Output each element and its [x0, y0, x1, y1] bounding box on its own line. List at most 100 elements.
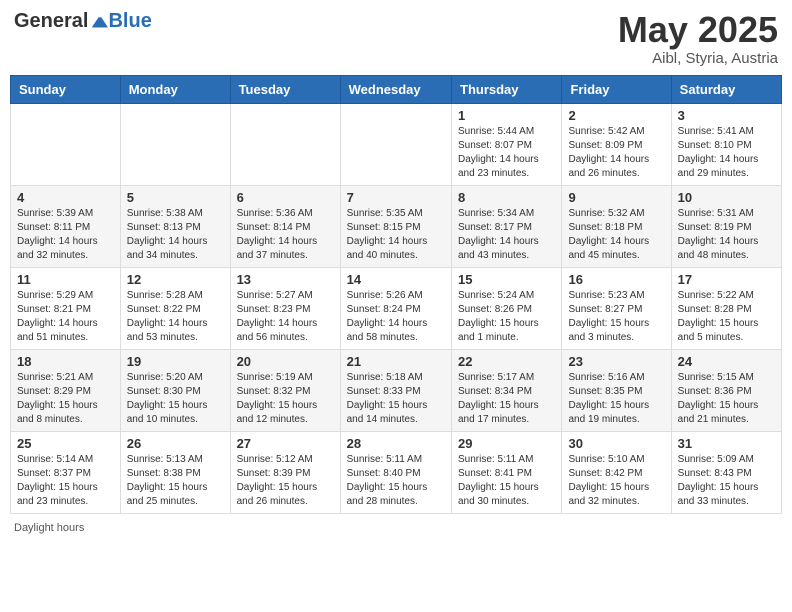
day-number: 4: [17, 190, 114, 205]
day-number: 18: [17, 354, 114, 369]
day-info: Sunrise: 5:12 AM Sunset: 8:39 PM Dayligh…: [237, 453, 334, 509]
day-number: 12: [127, 272, 224, 287]
table-row: 31 Sunrise: 5:09 AM Sunset: 8:43 PM Dayli…: [671, 431, 781, 513]
table-row: 30 Sunrise: 5:10 AM Sunset: 8:42 PM Dayli…: [562, 431, 671, 513]
day-info: Sunrise: 5:38 AM Sunset: 8:13 PM Dayligh…: [127, 207, 224, 263]
day-info: Sunrise: 5:27 AM Sunset: 8:23 PM Dayligh…: [237, 289, 334, 345]
table-row: 28Sunrise: 5:11 AM Sunset: 8:40 PM Dayli…: [340, 431, 451, 513]
table-row: 26Sunrise: 5:13 AM Sunset: 8:38 PM Dayli…: [120, 431, 230, 513]
day-info: Sunrise: 5:14 AM Sunset: 8:37 PM Dayligh…: [17, 453, 114, 509]
day-number: 16: [568, 272, 664, 287]
day-number: 8: [458, 190, 555, 205]
calendar-header-saturday: Saturday: [671, 75, 781, 103]
day-info: Sunrise: 5:36 AM Sunset: 8:14 PM Dayligh…: [237, 207, 334, 263]
calendar-week-row: 1 Sunrise: 5:44 AM Sunset: 8:07 PM Daylig…: [11, 103, 782, 185]
calendar-week-row: 11 Sunrise: 5:29 AM Sunset: 8:21 PM Dayli…: [11, 267, 782, 349]
day-info: Sunrise: 5:23 AM Sunset: 8:27 PM Dayligh…: [568, 289, 664, 345]
day-info: Sunrise: 5:17 AM Sunset: 8:34 PM Dayligh…: [458, 371, 555, 427]
day-info: Sunrise: 5:16 AM Sunset: 8:35 PM Dayligh…: [568, 371, 664, 427]
table-row: 25 Sunrise: 5:14 AM Sunset: 8:37 PM Dayli…: [11, 431, 121, 513]
calendar-header-tuesday: Tuesday: [230, 75, 340, 103]
calendar-table: SundayMondayTuesdayWednesdayThursdayFrid…: [10, 75, 782, 514]
month-title: May 2025: [618, 10, 778, 50]
table-row: 14 Sunrise: 5:26 AM Sunset: 8:24 PM Dayli…: [340, 267, 451, 349]
day-number: 23: [568, 354, 664, 369]
day-info: Sunrise: 5:35 AM Sunset: 8:15 PM Dayligh…: [347, 207, 445, 263]
table-row: [120, 103, 230, 185]
calendar-week-row: 25 Sunrise: 5:14 AM Sunset: 8:37 PM Dayli…: [11, 431, 782, 513]
table-row: 4 Sunrise: 5:39 AM Sunset: 8:11 PM Daylig…: [11, 185, 121, 267]
table-row: 24Sunrise: 5:15 AM Sunset: 8:36 PM Dayli…: [671, 349, 781, 431]
day-number: 7: [347, 190, 445, 205]
day-info: Sunrise: 5:19 AM Sunset: 8:32 PM Dayligh…: [237, 371, 334, 427]
day-info: Sunrise: 5:29 AM Sunset: 8:21 PM Dayligh…: [17, 289, 114, 345]
day-number: 11: [17, 272, 114, 287]
day-number: 24: [678, 354, 775, 369]
day-info: Sunrise: 5:31 AM Sunset: 8:19 PM Dayligh…: [678, 207, 775, 263]
logo-general-text: General: [14, 10, 88, 33]
day-number: 1: [458, 108, 555, 123]
calendar-header-monday: Monday: [120, 75, 230, 103]
day-number: 10: [678, 190, 775, 205]
day-number: 17: [678, 272, 775, 287]
table-row: 20 Sunrise: 5:19 AM Sunset: 8:32 PM Dayli…: [230, 349, 340, 431]
day-number: 21: [347, 354, 445, 369]
day-number: 19: [127, 354, 224, 369]
day-number: 29: [458, 436, 555, 451]
day-info: Sunrise: 5:11 AM Sunset: 8:40 PM Dayligh…: [347, 453, 445, 509]
day-info: Sunrise: 5:26 AM Sunset: 8:24 PM Dayligh…: [347, 289, 445, 345]
day-number: 22: [458, 354, 555, 369]
day-number: 13: [237, 272, 334, 287]
table-row: 29Sunrise: 5:11 AM Sunset: 8:41 PM Dayli…: [452, 431, 562, 513]
table-row: 1 Sunrise: 5:44 AM Sunset: 8:07 PM Daylig…: [452, 103, 562, 185]
day-info: Sunrise: 5:20 AM Sunset: 8:30 PM Dayligh…: [127, 371, 224, 427]
day-info: Sunrise: 5:09 AM Sunset: 8:43 PM Dayligh…: [678, 453, 775, 509]
day-info: Sunrise: 5:10 AM Sunset: 8:42 PM Dayligh…: [568, 453, 664, 509]
table-row: 10 Sunrise: 5:31 AM Sunset: 8:19 PM Dayli…: [671, 185, 781, 267]
day-info: Sunrise: 5:34 AM Sunset: 8:17 PM Dayligh…: [458, 207, 555, 263]
logo: General Blue: [14, 10, 152, 33]
title-section: May 2025 Aibl, Styria, Austria: [618, 10, 778, 67]
day-number: 9: [568, 190, 664, 205]
calendar-header-sunday: Sunday: [11, 75, 121, 103]
day-info: Sunrise: 5:44 AM Sunset: 8:07 PM Dayligh…: [458, 125, 555, 181]
calendar-header-thursday: Thursday: [452, 75, 562, 103]
table-row: 15Sunrise: 5:24 AM Sunset: 8:26 PM Dayli…: [452, 267, 562, 349]
table-row: 22 Sunrise: 5:17 AM Sunset: 8:34 PM Dayli…: [452, 349, 562, 431]
day-info: Sunrise: 5:18 AM Sunset: 8:33 PM Dayligh…: [347, 371, 445, 427]
table-row: 19 Sunrise: 5:20 AM Sunset: 8:30 PM Dayli…: [120, 349, 230, 431]
table-row: 27 Sunrise: 5:12 AM Sunset: 8:39 PM Dayli…: [230, 431, 340, 513]
table-row: 16 Sunrise: 5:23 AM Sunset: 8:27 PM Dayli…: [562, 267, 671, 349]
table-row: 7 Sunrise: 5:35 AM Sunset: 8:15 PM Daylig…: [340, 185, 451, 267]
day-info: Sunrise: 5:42 AM Sunset: 8:09 PM Dayligh…: [568, 125, 664, 181]
day-number: 31: [678, 436, 775, 451]
day-info: Sunrise: 5:22 AM Sunset: 8:28 PM Dayligh…: [678, 289, 775, 345]
table-row: 18Sunrise: 5:21 AM Sunset: 8:29 PM Dayli…: [11, 349, 121, 431]
day-number: 6: [237, 190, 334, 205]
table-row: [340, 103, 451, 185]
calendar-week-row: 18Sunrise: 5:21 AM Sunset: 8:29 PM Dayli…: [11, 349, 782, 431]
table-row: [11, 103, 121, 185]
table-row: 12Sunrise: 5:28 AM Sunset: 8:22 PM Dayli…: [120, 267, 230, 349]
calendar-header-wednesday: Wednesday: [340, 75, 451, 103]
day-number: 3: [678, 108, 775, 123]
day-info: Sunrise: 5:39 AM Sunset: 8:11 PM Dayligh…: [17, 207, 114, 263]
day-number: 30: [568, 436, 664, 451]
table-row: 11 Sunrise: 5:29 AM Sunset: 8:21 PM Dayli…: [11, 267, 121, 349]
day-info: Sunrise: 5:13 AM Sunset: 8:38 PM Dayligh…: [127, 453, 224, 509]
table-row: 17 Sunrise: 5:22 AM Sunset: 8:28 PM Dayli…: [671, 267, 781, 349]
page-header: General Blue May 2025 Aibl, Styria, Aust…: [10, 10, 782, 67]
day-number: 25: [17, 436, 114, 451]
table-row: 5 Sunrise: 5:38 AM Sunset: 8:13 PM Daylig…: [120, 185, 230, 267]
logo-icon: [90, 13, 108, 31]
day-number: 15: [458, 272, 555, 287]
day-number: 5: [127, 190, 224, 205]
day-number: 27: [237, 436, 334, 451]
day-number: 14: [347, 272, 445, 287]
logo-blue-text: Blue: [108, 10, 151, 33]
day-number: 20: [237, 354, 334, 369]
calendar-week-row: 4 Sunrise: 5:39 AM Sunset: 8:11 PM Daylig…: [11, 185, 782, 267]
table-row: 3Sunrise: 5:41 AM Sunset: 8:10 PM Daylig…: [671, 103, 781, 185]
table-row: 23 Sunrise: 5:16 AM Sunset: 8:35 PM Dayli…: [562, 349, 671, 431]
location-text: Aibl, Styria, Austria: [618, 50, 778, 67]
